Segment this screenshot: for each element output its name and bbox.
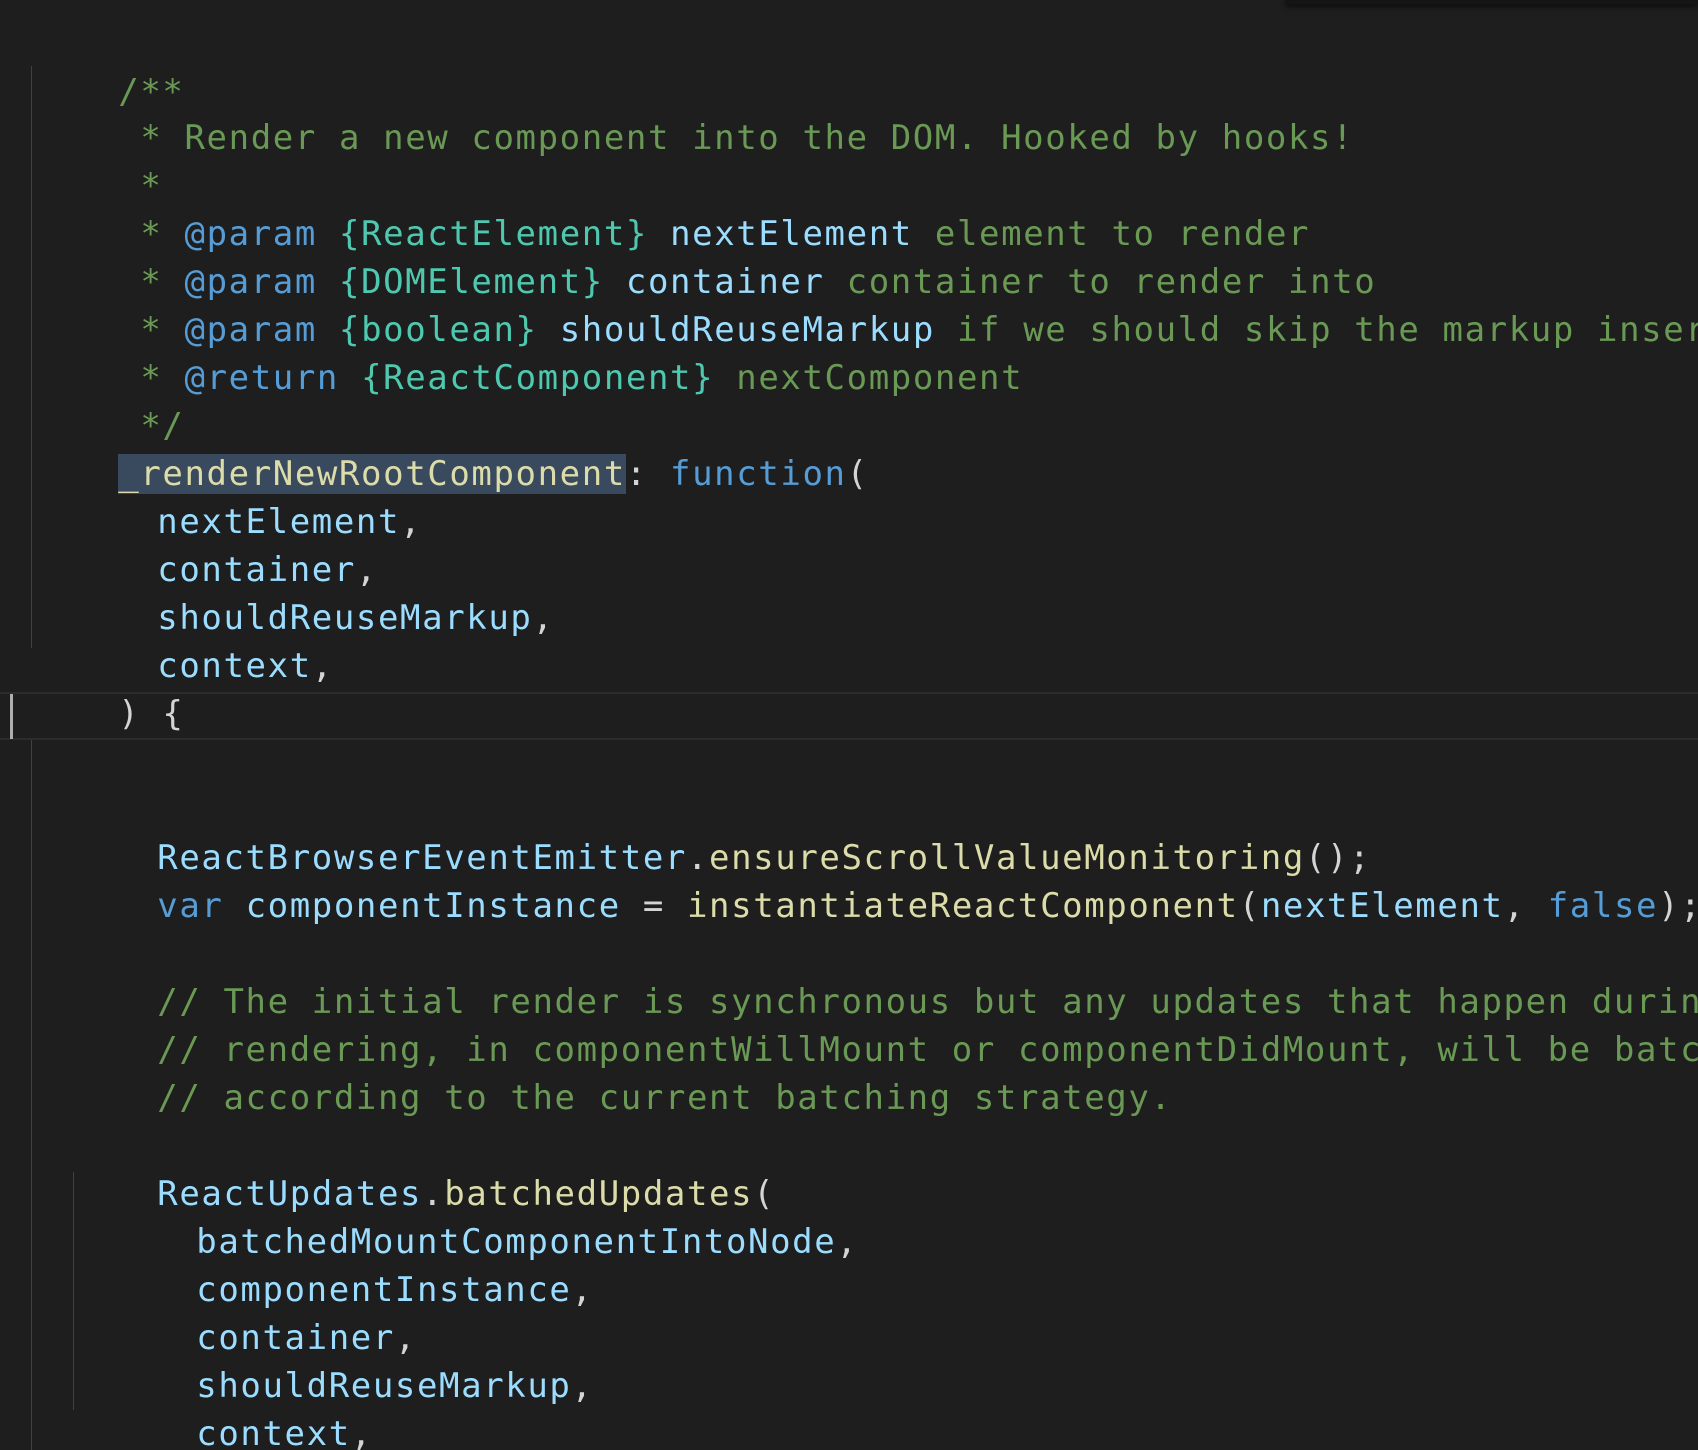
var-name: componentInstance xyxy=(245,886,621,926)
assign: = xyxy=(620,886,687,926)
editor-top-shadow xyxy=(1285,0,1698,4)
code-line[interactable]: // according to the current batching str… xyxy=(69,1026,1698,1118)
code-line[interactable]: nextElement, xyxy=(69,450,1698,542)
code-line[interactable]: ) { xyxy=(30,642,1698,734)
code-line[interactable]: * @param {ReactElement} nextElement elem… xyxy=(30,162,1698,254)
var-keyword: var xyxy=(157,886,224,926)
code-line[interactable]: shouldReuseMarkup, xyxy=(108,1314,1698,1406)
code-line[interactable]: var componentInstance = instantiateReact… xyxy=(69,834,1698,926)
indent-guide xyxy=(31,740,32,1450)
code-line[interactable]: context, xyxy=(69,594,1698,686)
comment-line: // according to the current batching str… xyxy=(157,1078,1173,1118)
code-line[interactable]: batchedMountComponentIntoNode, xyxy=(108,1170,1698,1262)
current-line-highlight xyxy=(0,692,1698,740)
code-line[interactable]: container, xyxy=(108,1266,1698,1358)
code-line[interactable]: */ xyxy=(30,354,1698,446)
code-line[interactable]: _renderNewRootComponent: function( xyxy=(30,402,1698,494)
code-line[interactable]: /** xyxy=(30,20,1698,112)
code-line[interactable]: componentInstance, xyxy=(108,1218,1698,1310)
arg-next-element: nextElement xyxy=(1260,886,1504,926)
comma: , xyxy=(1503,886,1548,926)
call-tail: ); xyxy=(1658,886,1698,926)
code-line[interactable]: context, xyxy=(108,1362,1698,1450)
instantiate-call: instantiateReactComponent xyxy=(686,886,1239,926)
code-line[interactable]: container, xyxy=(69,498,1698,590)
code-line[interactable]: shouldReuseMarkup, xyxy=(69,546,1698,638)
code-line[interactable]: ReactUpdates.batchedUpdates( xyxy=(69,1122,1698,1214)
false-literal: false xyxy=(1547,886,1659,926)
code-line[interactable]: * @param {boolean} shouldReuseMarkup if … xyxy=(30,258,1698,350)
code-line[interactable]: ); xyxy=(69,1410,1698,1450)
code-editor[interactable]: /** * Render a new component into the DO… xyxy=(0,0,1698,1450)
close-signature: ) { xyxy=(118,694,185,734)
code-line[interactable]: ReactBrowserEventEmitter.ensureScrollVal… xyxy=(69,786,1698,878)
code-line[interactable]: * xyxy=(30,114,1698,206)
code-line[interactable]: * @return {ReactComponent} nextComponent xyxy=(30,306,1698,398)
text-cursor xyxy=(10,694,13,739)
open-paren: ( xyxy=(1238,886,1261,926)
code-line[interactable]: * Render a new component into the DOM. H… xyxy=(30,66,1698,158)
code-line[interactable]: * @param {DOMElement} container containe… xyxy=(30,210,1698,302)
code-line[interactable]: // The initial render is synchronous but… xyxy=(69,930,1698,1022)
code-line[interactable]: // rendering, in componentWillMount or c… xyxy=(69,978,1698,1070)
